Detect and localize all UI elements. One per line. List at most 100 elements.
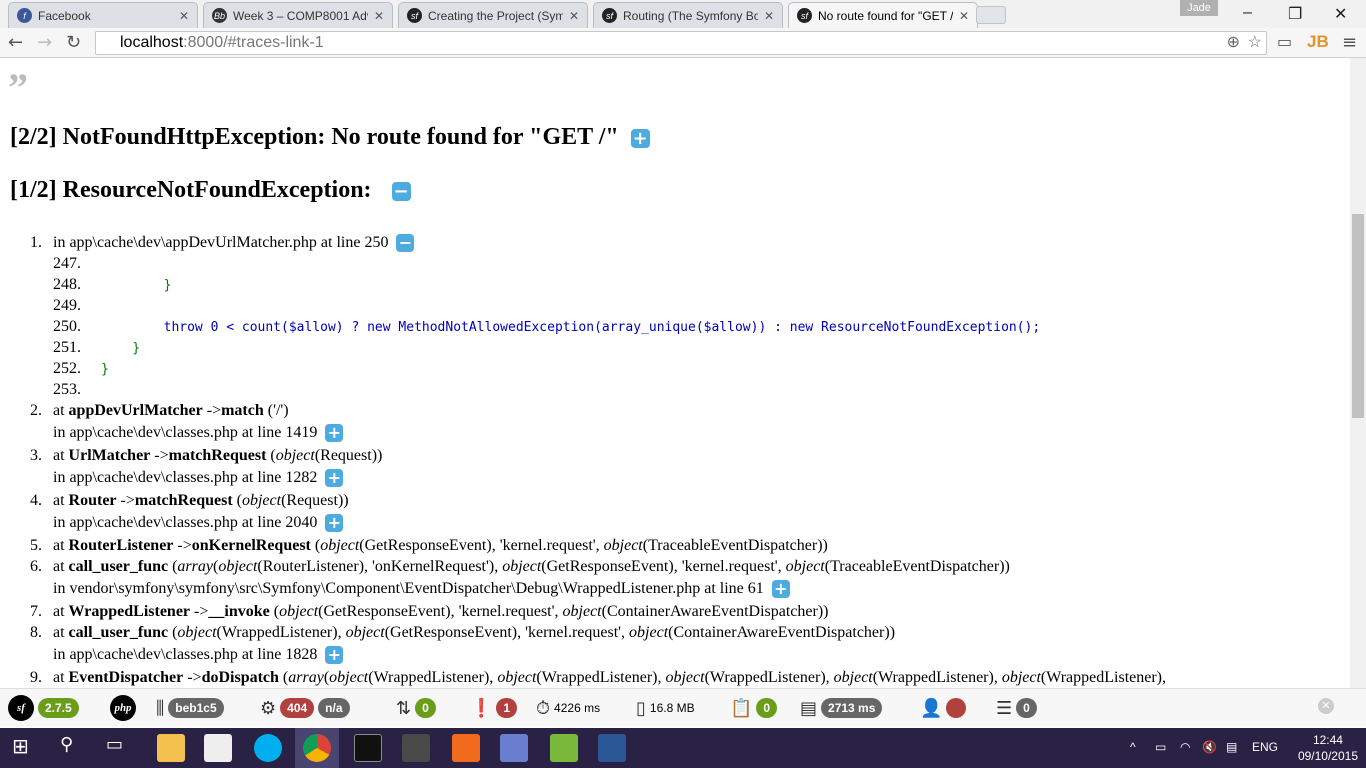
frame-at: at	[53, 624, 65, 641]
xampp-icon[interactable]	[452, 734, 480, 762]
class-name: EventDispatcher	[68, 669, 184, 686]
windows-start-icon[interactable]: ⊞	[12, 734, 40, 762]
tab-close-icon[interactable]: ✕	[569, 9, 579, 23]
arg-type: object	[345, 624, 385, 641]
toolbar-ajax[interactable]: ⇅ 0	[396, 694, 436, 722]
bookmark-star-icon[interactable]: ☆	[1248, 32, 1262, 54]
method-name: __invoke	[208, 603, 270, 620]
tab-close-icon[interactable]: ✕	[374, 9, 384, 23]
browser-tab[interactable]: f Facebook ✕	[8, 2, 198, 28]
sublime-icon[interactable]	[402, 734, 430, 762]
toolbar-symfony[interactable]: sf 2.7.5	[8, 694, 79, 722]
frame-number: 6.	[30, 558, 42, 575]
symfony-icon: sf	[797, 8, 812, 23]
user-icon: 👤	[920, 697, 943, 719]
frame-number: 2.	[30, 402, 42, 419]
notifications-icon[interactable]: ▤	[1226, 740, 1237, 754]
expand-icon[interactable]: +	[325, 514, 344, 533]
zoom-icon[interactable]: ⊕	[1227, 32, 1240, 54]
toolbar-db[interactable]: ☰ 0	[996, 694, 1037, 722]
token-badge: beb1c5	[168, 698, 224, 718]
arg-text: (WrappedListener),	[368, 669, 498, 686]
scrollbar[interactable]	[1350, 58, 1366, 688]
tab-close-icon[interactable]: ✕	[179, 9, 189, 23]
close-window-button[interactable]: ✕	[1334, 4, 1347, 24]
arg-text: (GetResponseEvent), 'kernel.request',	[541, 558, 786, 575]
phpstorm-icon[interactable]	[500, 734, 528, 762]
volume-muted-icon[interactable]: 🔇	[1202, 740, 1217, 754]
new-tab-button[interactable]	[976, 6, 1006, 24]
maximize-button[interactable]: ❐	[1288, 4, 1302, 24]
forward-icon[interactable]: →	[37, 32, 52, 53]
expand-icon[interactable]: +	[325, 469, 344, 488]
expand-icon[interactable]: +	[325, 646, 344, 665]
reload-icon[interactable]: ↻	[66, 32, 81, 53]
arg-text: (TraceableEventDispatcher))	[642, 537, 828, 554]
toolbar-errors[interactable]: ❗ 1	[470, 694, 518, 722]
back-icon[interactable]: ←	[8, 32, 23, 53]
clipboard-icon: 📋	[730, 697, 753, 719]
frame-location: in app\cache\dev\appDevUrlMatcher.php at…	[53, 234, 389, 251]
close-toolbar-icon[interactable]: ✕	[1318, 698, 1334, 714]
task-view-icon[interactable]: ▭	[106, 734, 134, 762]
toolbar-memory[interactable]: ▯ 16.8 MB	[636, 694, 695, 722]
file-explorer-icon[interactable]	[157, 734, 185, 762]
expand-icon[interactable]: +	[630, 128, 650, 148]
browser-tab[interactable]: sf Creating the Project (Symf ✕	[398, 2, 588, 28]
toolbar-time[interactable]: ⏱ 4226 ms	[536, 694, 600, 722]
search-icon[interactable]: ⚲	[60, 734, 88, 762]
clock[interactable]: 12:44 09/10/2015	[1298, 732, 1358, 764]
toolbar-render[interactable]: ▤ 2713 ms	[800, 694, 883, 722]
scrollbar-thumb[interactable]	[1352, 214, 1364, 418]
expand-icon[interactable]: +	[325, 424, 344, 443]
battery-icon[interactable]: ▭	[1155, 740, 1166, 754]
expand-icon[interactable]: +	[771, 580, 790, 599]
frame-location-row: in app\cache\dev\classes.php at line 204…	[30, 511, 1166, 535]
cast-icon[interactable]: ▭	[1277, 32, 1292, 51]
tab-close-icon[interactable]: ✕	[959, 9, 969, 23]
wifi-icon[interactable]: ◠	[1180, 740, 1190, 754]
frame-location: in app\cache\dev\classes.php at line 182…	[53, 646, 318, 663]
trace-frame: 9. at EventDispatcher ->doDispatch (array…	[30, 667, 1166, 688]
frame-number: 4.	[30, 492, 42, 509]
word-icon[interactable]	[598, 734, 626, 762]
chrome-taskbar-button[interactable]	[295, 728, 339, 768]
errors-badge: 1	[496, 698, 518, 718]
tab-close-icon[interactable]: ✕	[764, 9, 774, 23]
notepad-plus-icon[interactable]	[550, 734, 578, 762]
collapse-icon[interactable]: −	[396, 234, 415, 253]
url-host: localhost	[120, 34, 184, 51]
toolbar-config[interactable]: ⫼ beb1c5	[156, 694, 224, 722]
arrow: ->	[150, 447, 169, 464]
tab-title: Week 3 – COMP8001 Adv	[233, 8, 368, 23]
arg-text: (WrappedListener),	[1040, 669, 1166, 686]
language-indicator[interactable]: ENG	[1252, 740, 1278, 754]
arg-type: object	[279, 603, 319, 620]
url-input[interactable]: localhost:8000/#traces-link-1 ⊕ ☆	[95, 31, 1267, 55]
browser-tab[interactable]: sf No route found for "GET / ✕	[788, 2, 978, 28]
toolbar-logs[interactable]: 📋 0	[730, 694, 778, 722]
arg-type: object	[502, 558, 542, 575]
profile-button[interactable]: Jade	[1180, 0, 1218, 16]
toolbar-security[interactable]: 👤	[920, 694, 967, 722]
toolbar-php[interactable]: php	[110, 694, 136, 722]
blackboard-icon: Bb	[212, 8, 227, 23]
tray-chevron-icon[interactable]: ^	[1130, 740, 1136, 754]
exception-2-title: [2/2] NotFoundHttpException: No route fo…	[10, 124, 650, 151]
trace-frame: 2. at appDevUrlMatcher ->match ('/')	[30, 400, 1166, 421]
jetbrains-extension-icon[interactable]: JB	[1307, 32, 1329, 52]
skype-icon[interactable]	[254, 734, 282, 762]
class-name: Router	[68, 492, 117, 509]
browser-tab[interactable]: sf Routing (The Symfony Boo ✕	[593, 2, 783, 28]
store-icon[interactable]	[204, 734, 232, 762]
arg-text: (WrappedListener),	[536, 669, 666, 686]
minimize-button[interactable]: –	[1243, 4, 1252, 22]
menu-icon[interactable]: ≡	[1342, 32, 1357, 53]
quote-icon: ”	[8, 65, 28, 110]
function-name: call_user_func	[68, 624, 169, 641]
toolbar-request[interactable]: ⚙ 404 n/a	[260, 694, 350, 722]
terminal-icon[interactable]	[354, 734, 382, 762]
browser-tab[interactable]: Bb Week 3 – COMP8001 Adv ✕	[203, 2, 393, 28]
collapse-icon[interactable]: −	[391, 181, 411, 201]
arg-text: (Request))	[281, 492, 349, 509]
